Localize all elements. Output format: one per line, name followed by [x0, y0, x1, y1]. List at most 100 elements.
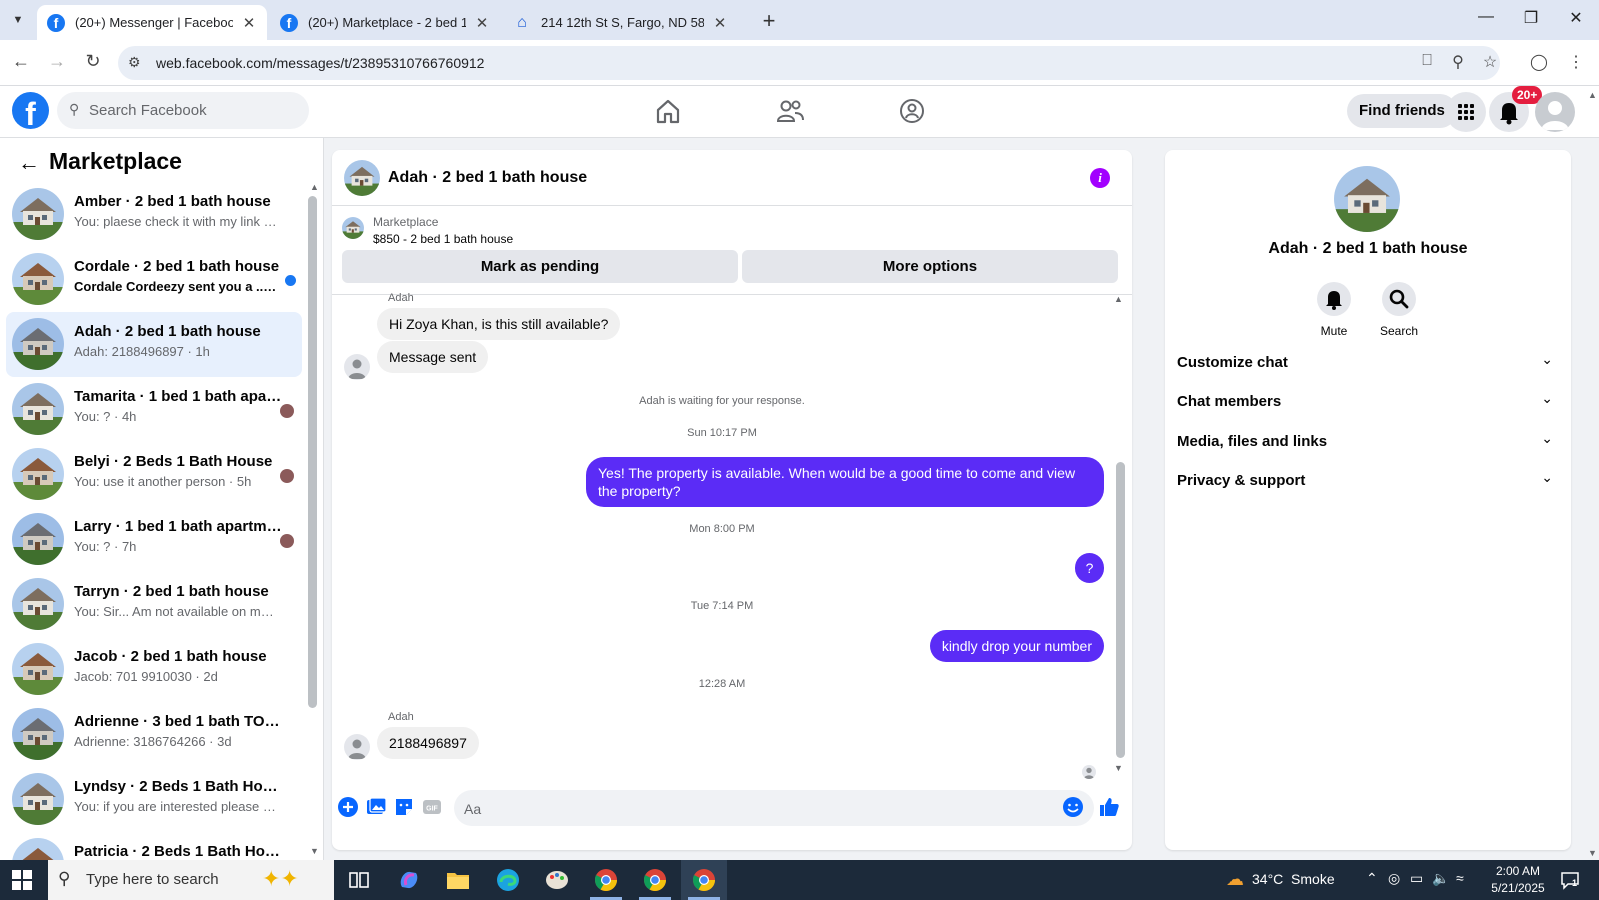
weather-text[interactable]: 34°C Smoke [1252, 871, 1335, 887]
media-files-links-section[interactable]: Media, files and links ⌄ [1177, 423, 1559, 459]
sender-avatar[interactable] [344, 734, 370, 760]
mark-as-pending-button[interactable]: Mark as pending [342, 250, 738, 283]
conversation-row[interactable]: Patricia · 2 Beds 1 Bath House [6, 832, 302, 860]
groups-icon[interactable] [897, 96, 927, 126]
page-scroll-down-arrow-icon[interactable]: ▼ [1588, 848, 1597, 858]
search-in-chat-button[interactable]: Search [1367, 282, 1431, 338]
taskbar-clock[interactable]: 2:00 AM 5/21/2025 [1478, 863, 1558, 897]
scroll-down-arrow-icon[interactable]: ▼ [310, 846, 319, 856]
chat-title[interactable]: Adah · 2 bed 1 bath house [388, 169, 587, 187]
menu-grid-button[interactable] [1446, 92, 1486, 132]
home-icon[interactable] [653, 96, 683, 126]
house-photo [12, 773, 64, 825]
close-window-icon[interactable]: ✕ [1566, 8, 1586, 28]
browser-menu-icon[interactable]: ⋮ [1565, 52, 1587, 72]
conversation-name: Adrienne · 3 bed 1 bath TOWNH... [74, 713, 282, 730]
chat-thumbnail[interactable] [344, 160, 380, 196]
tab-messenger[interactable]: f (20+) Messenger | Facebook ✕ [37, 5, 267, 40]
outgoing-message[interactable]: Yes! The property is available. When wou… [586, 457, 1104, 507]
file-explorer-icon[interactable] [445, 867, 471, 893]
copilot-icon[interactable] [396, 867, 422, 893]
battery-icon[interactable]: ▭ [1410, 870, 1423, 887]
emoji-icon[interactable] [1062, 796, 1084, 818]
tab-zillow[interactable]: ⌂ 214 12th St S, Fargo, ND 58103 ✕ [503, 5, 738, 40]
photo-icon[interactable] [365, 796, 387, 818]
scroll-down-arrow-icon[interactable]: ▼ [1114, 763, 1123, 773]
url-text[interactable]: web.facebook.com/messages/t/238953107667… [156, 55, 484, 71]
listing-thumbnail[interactable] [342, 217, 364, 239]
conversation-row[interactable]: Tarryn · 2 bed 1 bath house You: Sir... A… [6, 572, 302, 637]
bookmark-star-icon[interactable]: ☆ [1479, 52, 1501, 72]
page-scroll-up-arrow-icon[interactable]: ▲ [1588, 90, 1597, 100]
friends-icon[interactable] [775, 96, 805, 126]
gif-icon[interactable]: GIF [421, 796, 443, 818]
info-title[interactable]: Adah · 2 bed 1 bath house [1165, 240, 1571, 258]
find-friends-button[interactable]: Find friends [1347, 94, 1457, 128]
volume-icon[interactable]: 🔈 [1432, 870, 1449, 887]
site-settings-icon[interactable]: ⚙ [128, 54, 141, 71]
sidebar-scrollbar[interactable] [308, 196, 317, 708]
chevron-up-icon[interactable]: ⌃ [1366, 870, 1378, 887]
conversation-row[interactable]: Lyndsy · 2 Beds 1 Bath House You: if you … [6, 767, 302, 832]
conversation-row[interactable]: Cordale · 2 bed 1 bath house Cordale Cord… [6, 247, 302, 312]
outgoing-message[interactable]: kindly drop your number [929, 630, 1104, 662]
sender-avatar[interactable] [344, 354, 370, 380]
outgoing-message[interactable]: ? [1075, 553, 1104, 583]
conversation-row[interactable]: Jacob · 2 bed 1 bath house Jacob: 701 991… [6, 637, 302, 702]
more-options-button[interactable]: More options [742, 250, 1118, 283]
thumbs-up-icon[interactable] [1098, 796, 1120, 818]
conversation-row[interactable]: Larry · 1 bed 1 bath apartment You: ? · 7… [6, 507, 302, 572]
chrome-icon[interactable] [691, 867, 717, 893]
task-view-icon[interactable] [346, 867, 372, 893]
chrome-icon[interactable] [593, 867, 619, 893]
windows-start-icon[interactable] [12, 870, 32, 890]
listing-price[interactable]: $850 - 2 bed 1 bath house [373, 232, 513, 246]
info-icon[interactable]: i [1090, 168, 1110, 188]
paint-icon[interactable] [544, 867, 570, 893]
edge-browser-icon[interactable] [495, 867, 521, 893]
scroll-up-arrow-icon[interactable]: ▲ [310, 182, 319, 192]
conversation-row[interactable]: Adrienne · 3 bed 1 bath TOWNH... Adrienne… [6, 702, 302, 767]
new-tab-button[interactable]: + [757, 8, 781, 34]
tab-search-menu-icon[interactable]: ▼ [8, 10, 28, 30]
taskbar-search-input[interactable]: ⚲ Type here to search ✦✦ [48, 860, 334, 900]
restore-window-icon[interactable]: ❐ [1521, 8, 1541, 28]
conversation-row[interactable]: Tamarita · 1 bed 1 bath apart... You: ? ·… [6, 377, 302, 442]
back-arrow-icon[interactable]: ← [9, 51, 33, 72]
incoming-message[interactable]: Hi Zoya Khan, is this still available? [377, 308, 621, 340]
wifi-icon[interactable]: ≈ [1456, 870, 1464, 886]
chrome-icon[interactable] [642, 867, 668, 893]
minimize-window-icon[interactable]: — [1476, 8, 1496, 26]
message-input[interactable]: Aa [454, 790, 1094, 826]
install-app-icon[interactable]: ⎕ [1416, 52, 1438, 70]
privacy-support-section[interactable]: Privacy & support ⌄ [1177, 462, 1559, 498]
back-arrow-icon[interactable]: ← [18, 150, 40, 176]
sticker-icon[interactable] [393, 796, 415, 818]
forward-arrow-icon[interactable]: → [45, 51, 69, 72]
reload-icon[interactable]: ↻ [81, 51, 105, 72]
account-avatar[interactable] [1535, 92, 1575, 132]
zoom-icon[interactable]: ⚲ [1447, 52, 1469, 72]
notification-center-icon[interactable]: 1 [1560, 870, 1580, 890]
webcam-icon[interactable]: ◎ [1388, 870, 1400, 887]
address-bar[interactable]: ⚙ web.facebook.com/messages/t/2389531076… [118, 46, 1500, 80]
mute-button[interactable]: Mute [1302, 282, 1366, 338]
scroll-up-arrow-icon[interactable]: ▲ [1114, 294, 1123, 304]
facebook-search-input[interactable]: ⚲ Search Facebook [57, 92, 309, 129]
conversation-row[interactable]: Belyi · 2 Beds 1 Bath House You: use it a… [6, 442, 302, 507]
close-tab-icon[interactable]: ✕ [474, 14, 490, 32]
chat-members-section[interactable]: Chat members ⌄ [1177, 383, 1559, 419]
incoming-message[interactable]: Message sent [377, 341, 489, 373]
facebook-logo[interactable]: f [12, 92, 49, 129]
listing-photo[interactable] [1334, 166, 1400, 232]
incoming-message[interactable]: 2188496897 [377, 727, 479, 759]
conversation-row[interactable]: Adah · 2 bed 1 bath house Adah: 218849689… [6, 312, 302, 377]
profile-icon[interactable]: ◯ [1528, 52, 1550, 72]
conversation-row[interactable]: Amber · 2 bed 1 bath house You: plaese ch… [6, 182, 302, 247]
chat-scrollbar[interactable] [1116, 462, 1125, 758]
close-tab-icon[interactable]: ✕ [712, 14, 728, 32]
customize-chat-section[interactable]: Customize chat ⌄ [1177, 344, 1559, 380]
plus-circle-icon[interactable] [337, 796, 359, 818]
close-tab-icon[interactable]: ✕ [241, 14, 257, 32]
tab-marketplace[interactable]: f (20+) Marketplace - 2 bed 1 ba ✕ [270, 5, 500, 40]
